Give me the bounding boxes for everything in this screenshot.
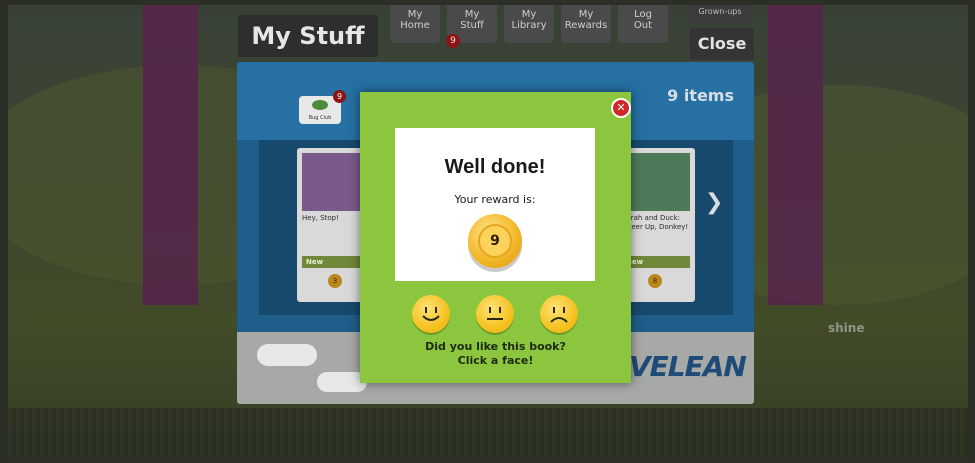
- feedback-instruction: Click a face!: [457, 354, 534, 367]
- reward-heading: Well done!: [444, 156, 546, 178]
- happy-face-icon: [422, 307, 440, 321]
- coin-badge: 3: [328, 274, 342, 288]
- nav-label-1: My: [464, 9, 480, 20]
- neutral-face-icon: [487, 307, 503, 320]
- nav-label-2: Rewards: [564, 20, 608, 31]
- nav-log-out[interactable]: Log Out: [618, 5, 668, 43]
- nav-label-2: Stuff: [460, 20, 484, 31]
- grownups-button[interactable]: Grown-ups: [690, 5, 750, 23]
- nav-label-2: Home: [400, 20, 430, 31]
- nav-label-2: Out: [633, 20, 653, 31]
- feedback-prompt: Did you like this book? Click a face!: [360, 340, 631, 368]
- bug-icon: [312, 100, 328, 110]
- bugclub-badge: 9: [333, 90, 346, 103]
- sad-face-button[interactable]: [540, 295, 578, 333]
- chevron-right-icon[interactable]: ❯: [705, 190, 723, 215]
- nav-label-1: My: [407, 9, 423, 20]
- sad-face-icon: [550, 307, 568, 323]
- close-button[interactable]: Close: [690, 28, 754, 60]
- nav-label-1: Log: [634, 9, 652, 20]
- brand-logo-text: VELEAN: [629, 350, 747, 383]
- book-cover: [622, 153, 690, 211]
- items-count: 9 items: [667, 86, 734, 105]
- happy-face-button[interactable]: [412, 295, 450, 333]
- close-icon[interactable]: ✕: [611, 98, 631, 118]
- reward-label: Your reward is:: [454, 193, 536, 206]
- nav-label-1: My: [578, 9, 594, 20]
- book-title: Sarah and Duck: Cheer Up, Donkey!: [622, 214, 689, 231]
- stuff-count-badge: 9: [446, 34, 460, 48]
- bugclub-label: Bug Club: [308, 115, 332, 121]
- nav-my-rewards[interactable]: My Rewards: [561, 5, 611, 43]
- reward-value: 9: [478, 224, 512, 258]
- reward-box: Well done! Your reward is: 9: [395, 128, 595, 281]
- cloud-decoration: [257, 344, 317, 366]
- nav-my-home[interactable]: My Home: [390, 5, 440, 43]
- nav-label-2: Library: [511, 20, 547, 31]
- coin-badge: 8: [648, 274, 662, 288]
- feedback-question: Did you like this book?: [425, 340, 566, 353]
- new-badge: New: [622, 256, 690, 268]
- reward-coin: 9: [468, 214, 522, 268]
- neutral-face-button[interactable]: [476, 295, 514, 333]
- page-title: My Stuff: [238, 15, 378, 57]
- nav-label-1: My: [521, 9, 537, 20]
- nav-my-library[interactable]: My Library: [504, 5, 554, 43]
- bugclub-tab[interactable]: Bug Club 9: [299, 90, 346, 124]
